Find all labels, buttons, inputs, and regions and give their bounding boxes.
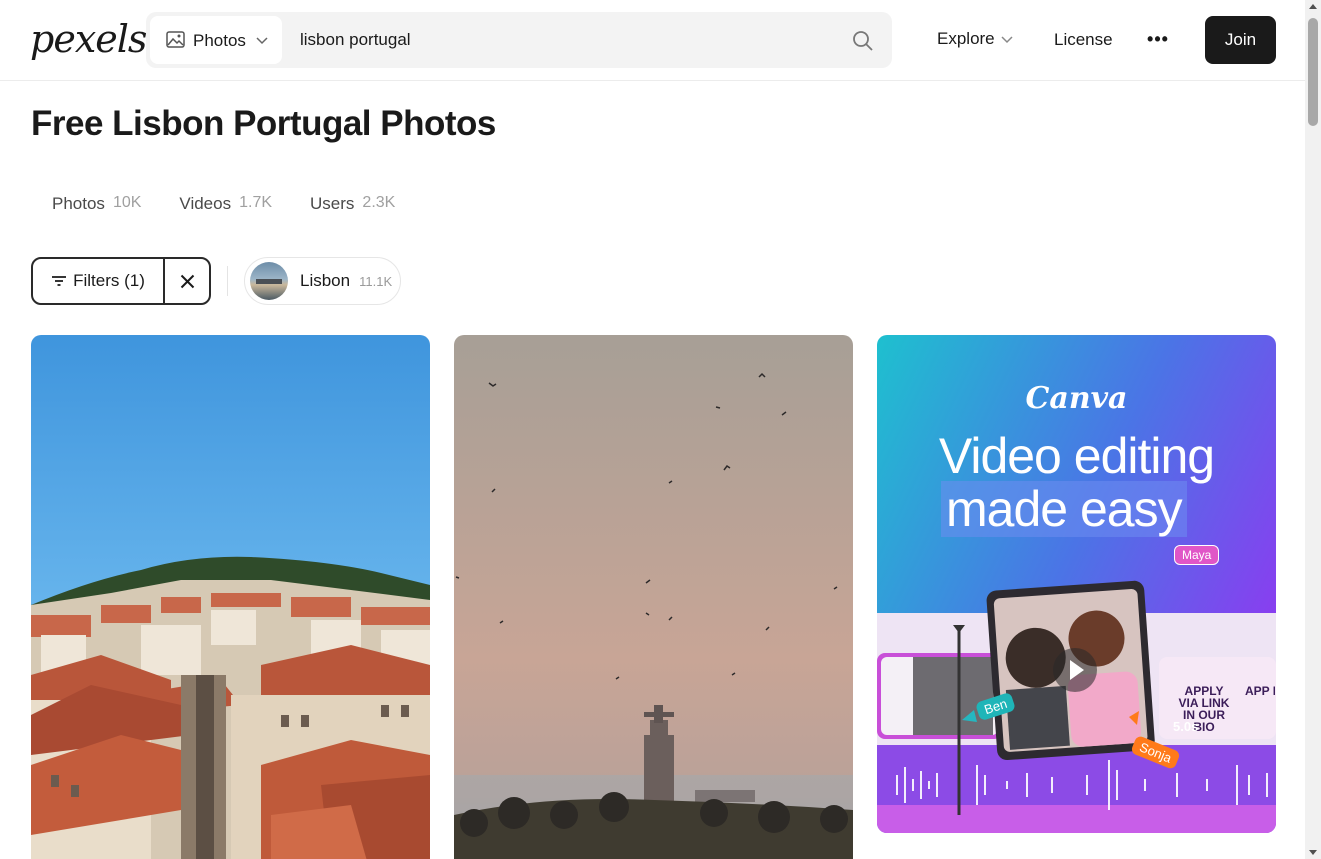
ad-duration: 5.0s (1173, 719, 1199, 734)
filters-button[interactable]: Filters (1) (33, 259, 165, 303)
join-button[interactable]: Join (1205, 16, 1276, 64)
clear-filters-button[interactable] (165, 259, 209, 303)
tab-label: Users (310, 194, 355, 213)
related-search-chip-lisbon[interactable]: Lisbon 11.1K (244, 257, 401, 305)
ad-apply-text-cut: APP LI OU (1245, 685, 1275, 697)
filters-group: Filters (1) (31, 257, 211, 305)
media-tabs: Photos 10K Videos 1.7K Users 2.3K (52, 194, 395, 214)
photo-cristo-rei (454, 335, 853, 859)
scroll-down-arrow-icon[interactable] (1309, 850, 1317, 855)
scroll-thumb[interactable] (1308, 18, 1318, 126)
chevron-down-icon (1001, 36, 1013, 44)
page-title: Free Lisbon Portugal Photos (31, 104, 496, 143)
close-icon (180, 274, 194, 288)
scroll-up-arrow-icon[interactable] (1309, 4, 1317, 9)
ad-card-canva[interactable]: Canva Video editing made easy Maya Ben S… (877, 335, 1276, 833)
pexels-logo[interactable]: pexels (30, 14, 147, 64)
top-header: pexels Photos Explore License ••• Join (0, 0, 1305, 81)
tab-count: 2.3K (362, 194, 396, 211)
image-icon (166, 31, 185, 48)
filters-label: Filters (1) (73, 271, 145, 290)
more-menu-icon[interactable]: ••• (1146, 24, 1170, 54)
ad-tag-maya: Maya (1174, 545, 1220, 565)
ad-brand: Canva (1025, 381, 1128, 416)
search-type-label: Photos (193, 31, 246, 50)
nav-license[interactable]: License (1054, 30, 1113, 50)
nav-explore[interactable]: Explore (937, 29, 1013, 49)
search-bar: Photos (146, 12, 892, 68)
search-icon[interactable] (852, 30, 874, 52)
photo-card-lisbon-rooftops[interactable] (31, 335, 430, 859)
chip-count: 11.1K (359, 273, 393, 289)
tab-photos[interactable]: Photos 10K (52, 194, 141, 214)
tab-label: Photos (52, 194, 105, 213)
tab-count: 1.7K (239, 194, 273, 211)
search-type-dropdown[interactable]: Photos (150, 16, 282, 64)
page-scrollbar[interactable] (1305, 0, 1321, 859)
ad-headline-1: Video editing (938, 428, 1215, 484)
chip-label: Lisbon (300, 271, 351, 290)
chevron-down-icon (256, 37, 268, 45)
photo-card-cristo-rei[interactable] (454, 335, 853, 859)
tab-count: 10K (112, 194, 142, 211)
filter-icon (52, 276, 67, 286)
search-input[interactable] (300, 24, 840, 56)
ad-headline-2: made easy (941, 481, 1187, 537)
chip-thumbnail (250, 262, 288, 300)
photo-rooftops (31, 335, 430, 859)
tab-users[interactable]: Users 2.3K (310, 194, 395, 214)
filter-divider (227, 266, 228, 296)
nav-explore-label: Explore (937, 29, 995, 48)
tab-videos[interactable]: Videos 1.7K (179, 194, 272, 214)
tab-label: Videos (179, 194, 232, 213)
